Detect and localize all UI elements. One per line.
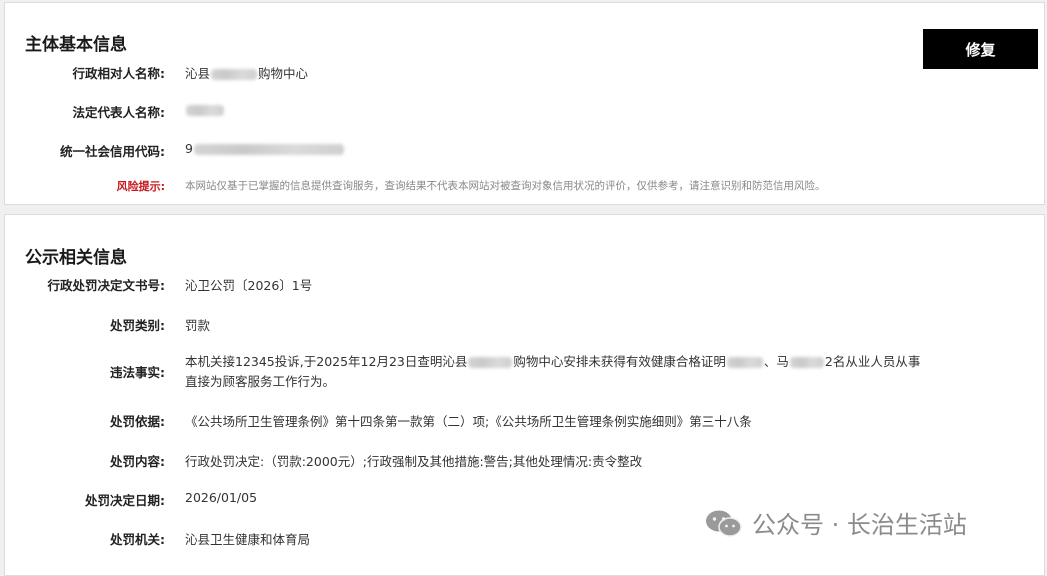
facts-part2: 购物中心安排未获得有效健康合格证明 <box>513 354 726 369</box>
redacted-blur <box>211 69 258 80</box>
watermark: 公众号 · 长治生活站 <box>704 505 967 540</box>
redacted-blur <box>468 357 513 368</box>
authority-label: 处罚机关: <box>110 532 165 547</box>
redacted-blur <box>186 105 224 116</box>
public-info-title: 公示相关信息 <box>25 248 127 268</box>
credit-code-value: 9 <box>185 141 345 156</box>
facts-label: 违法事实: <box>110 365 165 380</box>
redacted-blur <box>193 144 344 155</box>
basic-info-title: 主体基本信息 <box>25 35 127 55</box>
facts-part3: 、马 <box>763 354 789 369</box>
redacted-blur <box>726 357 763 368</box>
wechat-icon <box>706 510 742 537</box>
admin-party-prefix: 沁县 <box>185 66 211 81</box>
redacted-blur <box>789 357 824 368</box>
doc-no-label: 行政处罚决定文书号: <box>47 278 166 293</box>
row-admin-party: 行政相对人名称: 沁县 购物中心 <box>5 63 309 83</box>
facts-part4: 2名从业人员从事 <box>824 354 921 369</box>
basic-info-panel: 主体基本信息 修复 行政相对人名称: 沁县 购物中心 法定代表人名称: 统一社会信… <box>4 2 1045 205</box>
admin-party-value: 沁县 购物中心 <box>185 63 308 82</box>
basis-value: 《公共场所卫生管理条例》第十四条第一款第（二）项;《公共场所卫生管理条例实施细则… <box>185 414 752 429</box>
credit-code-label: 统一社会信用代码: <box>60 144 165 159</box>
category-label: 处罚类别: <box>110 318 165 333</box>
facts-part1: 本机关接12345投诉,于2025年12月23日查明沁县 <box>185 354 468 369</box>
credit-code-first: 9 <box>185 141 193 156</box>
risk-label: 风险提示: <box>116 180 165 193</box>
doc-no-value: 沁卫公罚〔2026〕1号 <box>185 278 313 293</box>
content-label: 处罚内容: <box>110 454 165 469</box>
admin-party-suffix: 购物中心 <box>258 66 309 81</box>
legal-rep-value <box>185 102 225 117</box>
admin-party-label: 行政相对人名称: <box>72 66 166 81</box>
content-value: 行政处罚决定:（罚款:2000元）;行政强制及其他措施:警告;其他处理情况:责令… <box>185 454 643 469</box>
date-label: 处罚决定日期: <box>85 493 165 508</box>
watermark-text: 公众号 · 长治生活站 <box>752 511 967 539</box>
authority-value: 沁县卫生健康和体育局 <box>185 532 311 547</box>
facts-value: 本机关接12345投诉,于2025年12月23日查明沁县 购物中心安排未获得有效健… <box>185 352 1000 392</box>
row-legal-rep: 法定代表人名称: <box>5 102 224 122</box>
legal-rep-label: 法定代表人名称: <box>72 105 166 120</box>
basis-label: 处罚依据: <box>110 414 165 429</box>
row-credit-code: 统一社会信用代码: 9 <box>5 141 344 161</box>
facts-line2: 直接为顾客服务工作行为。 <box>185 374 336 389</box>
risk-text: 本网站仅基于已掌握的信息提供查询服务，查询结果不代表本网站对被查询对象信用状况的… <box>185 180 826 192</box>
repair-button[interactable]: 修复 <box>923 29 1038 69</box>
category-value: 罚款 <box>185 318 211 333</box>
row-risk-notice: 风险提示: 本网站仅基于已掌握的信息提供查询服务，查询结果不代表本网站对被查询对… <box>5 178 826 198</box>
date-value: 2026/01/05 <box>185 490 258 505</box>
